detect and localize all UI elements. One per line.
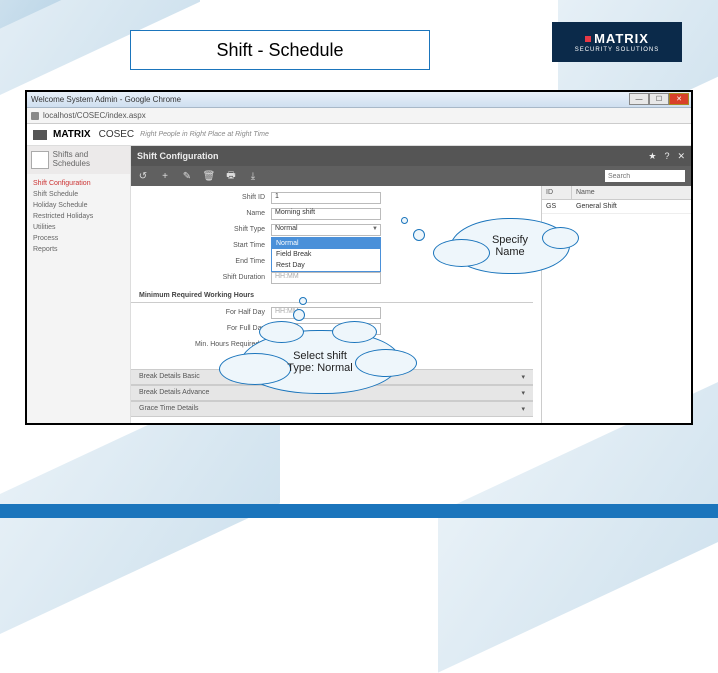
brand-logo: MATRIX SECURITY SOLUTIONS — [552, 22, 682, 62]
app-logo-icon — [33, 130, 47, 140]
sidebar-item-shift-schedule[interactable]: Shift Schedule — [33, 189, 124, 200]
slide-title-box: Shift - Schedule — [130, 30, 430, 70]
start-time-label: Start Time — [131, 242, 271, 249]
sidebar-heading-text: Shifts and Schedules — [53, 151, 126, 169]
add-icon[interactable]: + — [159, 170, 171, 182]
app-tagline: Right People in Right Place at Right Tim… — [140, 131, 269, 138]
slide-title: Shift - Schedule — [216, 40, 343, 61]
delete-icon[interactable]: 🗑 — [203, 170, 215, 182]
tab-bar: Shift Configuration ★ ? ✕ — [131, 146, 691, 166]
callout-specify-name: Specify Name — [450, 218, 570, 274]
app-header: MATRIX COSEC Right People in Right Place… — [27, 124, 691, 146]
callout-select-type: Select shift Type: Normal — [240, 330, 400, 394]
chevron-down-icon: ▾ — [521, 405, 525, 413]
sidebar-item-reports[interactable]: Reports — [33, 244, 124, 255]
accordion-grace-time[interactable]: Grace Time Details ▾ — [131, 401, 533, 417]
shift-list-panel: ID Name GS General Shift — [541, 186, 691, 423]
help-icon[interactable]: ? — [664, 151, 669, 161]
list-cell-id: GS — [542, 200, 572, 213]
list-header-name[interactable]: Name — [572, 186, 691, 199]
min-hours-section-header: Minimum Required Working Hours — [131, 289, 533, 303]
sidebar: Shifts and Schedules Shift Configuration… — [27, 146, 131, 423]
sidebar-heading: Shifts and Schedules — [27, 146, 130, 174]
shift-type-label: Shift Type — [131, 226, 271, 233]
print-icon[interactable]: 🖶 — [225, 170, 237, 182]
sidebar-item-restricted-holidays[interactable]: Restricted Holidays — [33, 211, 124, 222]
sidebar-item-holiday-schedule[interactable]: Holiday Schedule — [33, 200, 124, 211]
shift-type-select[interactable]: Normal Normal Field Break Rest Day — [271, 224, 381, 236]
sidebar-item-shift-configuration[interactable]: Shift Configuration — [33, 178, 124, 189]
shift-duration-input[interactable]: HH:MM — [271, 272, 381, 284]
full-day-label: For Full Day — [131, 325, 271, 332]
app-product: COSEC — [99, 129, 135, 140]
window-min-button[interactable]: — — [629, 93, 649, 105]
window-title-text: Welcome System Admin - Google Chrome — [31, 95, 181, 104]
favorite-icon[interactable]: ★ — [648, 151, 656, 162]
shift-id-label: Shift ID — [131, 194, 271, 201]
search-input[interactable] — [605, 170, 685, 182]
url-text: localhost/COSEC/index.aspx — [43, 111, 146, 120]
shift-type-value: Normal — [275, 225, 298, 232]
name-label: Name — [131, 210, 271, 217]
end-time-label: End Time — [131, 258, 271, 265]
sidebar-item-utilities[interactable]: Utilities — [33, 222, 124, 233]
window-close-button[interactable]: ✕ — [669, 93, 689, 105]
shift-type-option-normal[interactable]: Normal — [272, 238, 380, 249]
half-day-label: For Half Day — [131, 309, 271, 316]
refresh-icon[interactable]: ↺ — [137, 170, 149, 182]
list-header-id[interactable]: ID — [542, 186, 572, 199]
export-icon[interactable]: ⤓ — [247, 170, 259, 182]
chevron-down-icon: ▾ — [521, 389, 525, 397]
callout-specify-name-text: Specify Name — [492, 234, 528, 258]
page-icon — [31, 112, 39, 120]
tab-title: Shift Configuration — [137, 151, 218, 161]
chevron-down-icon: ▾ — [521, 373, 525, 381]
shift-type-option-rest-day[interactable]: Rest Day — [272, 260, 380, 271]
list-row[interactable]: GS General Shift — [542, 200, 691, 214]
window-titlebar[interactable]: Welcome System Admin - Google Chrome — ☐… — [27, 92, 691, 108]
shift-duration-label: Shift Duration — [131, 274, 271, 281]
address-bar[interactable]: localhost/COSEC/index.aspx — [27, 108, 691, 124]
toolbar: ↺ + ✎ 🗑 🖶 ⤓ — [131, 166, 691, 186]
window-max-button[interactable]: ☐ — [649, 93, 669, 105]
app-brand: MATRIX — [53, 129, 91, 140]
calendar-icon — [31, 151, 49, 169]
callout-select-type-text: Select shift Type: Normal — [287, 350, 352, 374]
brand-subtitle: SECURITY SOLUTIONS — [575, 47, 660, 53]
brand-text: MATRIX — [594, 31, 649, 46]
accordion-break-basic-label: Break Details Basic — [139, 373, 200, 381]
shift-type-option-field-break[interactable]: Field Break — [272, 249, 380, 260]
edit-icon[interactable]: ✎ — [181, 170, 193, 182]
list-cell-name: General Shift — [572, 200, 691, 213]
brand-square-icon — [585, 36, 591, 42]
accordion-grace-time-label: Grace Time Details — [139, 405, 199, 413]
shift-type-dropdown[interactable]: Normal Field Break Rest Day — [271, 237, 381, 272]
shift-id-input[interactable]: 1 — [271, 192, 381, 204]
name-input[interactable]: Morning shift — [271, 208, 381, 220]
half-day-input[interactable]: HH:MM — [271, 307, 381, 319]
sidebar-item-process[interactable]: Process — [33, 233, 124, 244]
accordion-break-advance-label: Break Details Advance — [139, 389, 209, 397]
close-tab-icon[interactable]: ✕ — [677, 151, 685, 162]
